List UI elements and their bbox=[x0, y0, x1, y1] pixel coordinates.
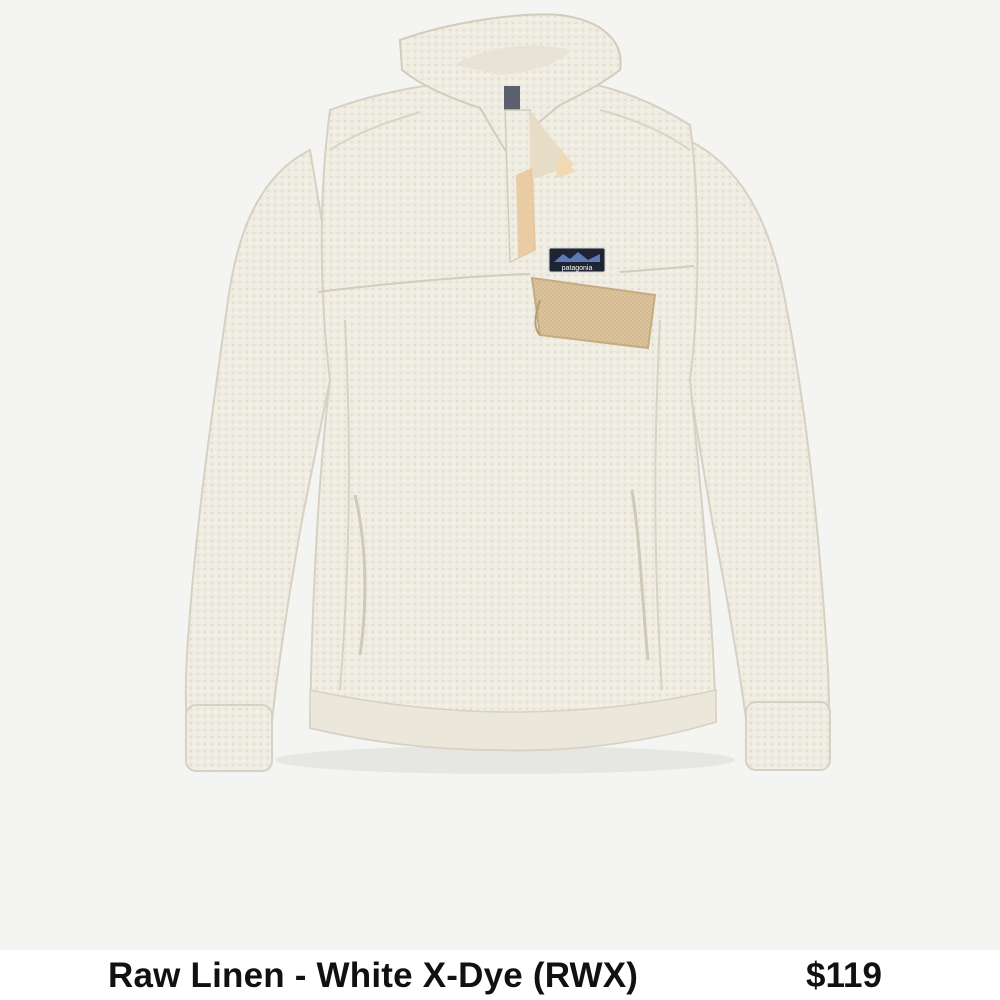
variant-name: Raw Linen - White X-Dye (RWX) bbox=[108, 956, 639, 995]
svg-text:patagonia: patagonia bbox=[562, 265, 593, 272]
price: $119 bbox=[806, 956, 882, 995]
product-image[interactable]: patagonia bbox=[0, 0, 1000, 950]
right-cuff bbox=[745, 701, 831, 771]
brand-patch: patagonia bbox=[548, 247, 606, 273]
listing-frame: patagonia Raw Linen - White X-Dye (RWX) … bbox=[0, 0, 1000, 1000]
left-cuff bbox=[185, 704, 273, 772]
